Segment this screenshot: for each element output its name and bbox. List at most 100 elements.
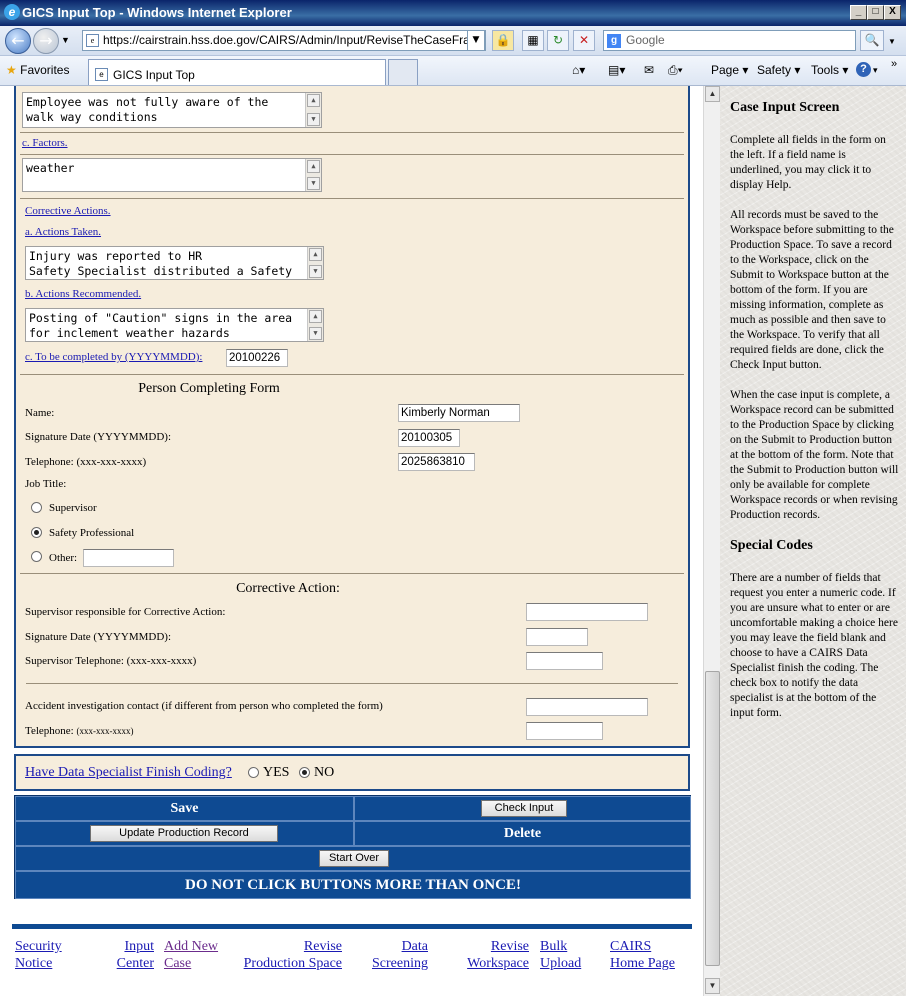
ca-supervisor-input[interactable]	[526, 603, 648, 621]
scroll-down-icon[interactable]: ▼	[705, 978, 720, 994]
textarea-scrollbar[interactable]: ▲ ▼	[305, 93, 321, 127]
textarea-scrollbar[interactable]: ▲ ▼	[307, 309, 323, 341]
new-tab-button[interactable]	[388, 59, 418, 85]
scroll-down-icon[interactable]: ▼	[307, 113, 320, 126]
phone-label: Telephone: (xxx-xxx-xxxx)	[25, 456, 147, 468]
close-window-button[interactable]: X	[884, 5, 901, 20]
job-other-input[interactable]	[83, 549, 174, 567]
home-icon[interactable]: ⌂▾	[572, 63, 585, 77]
phone-input[interactable]: 2025863810	[398, 453, 475, 471]
favorites-bar: ★ Favorites GICS Input Top e ⌂▾ ▤▾ ✉ ⎙▾ …	[0, 56, 906, 86]
scroll-thumb[interactable]	[705, 671, 720, 966]
job-safety-radio[interactable]	[31, 527, 42, 538]
ca-phone-input[interactable]	[526, 652, 603, 670]
scroll-down-icon[interactable]: ▼	[309, 265, 322, 278]
print-icon[interactable]: ⎙▾	[668, 63, 683, 78]
tools-menu[interactable]: Tools ▾	[811, 63, 848, 77]
help-icon[interactable]: ?	[856, 62, 871, 77]
chevron-right-icon[interactable]: »	[891, 58, 897, 70]
footer-link-text: Center	[116, 956, 154, 971]
page-icon: e	[86, 34, 99, 47]
help-paragraph: There are a number of fields that reques…	[730, 572, 898, 719]
start-over-button[interactable]: Start Over	[319, 850, 389, 867]
footer-link-cairs-home[interactable]: CAIRS Home Page	[610, 938, 675, 972]
data-specialist-no-radio[interactable]	[299, 767, 310, 778]
actions-taken-textarea[interactable]: Injury was reported to HR Safety Special…	[25, 246, 324, 280]
actions-recommended-textarea[interactable]: Posting of "Caution" signs in the area f…	[25, 308, 324, 342]
help-dropdown-icon[interactable]: ▾	[873, 65, 878, 76]
sigdate-input[interactable]: 20100305	[398, 429, 460, 447]
search-input[interactable]: Google	[603, 30, 856, 51]
scroll-down-icon[interactable]: ▼	[307, 177, 320, 190]
name-input[interactable]: Kimberly Norman	[398, 404, 520, 422]
data-specialist-yes-radio[interactable]	[248, 767, 259, 778]
divider	[20, 573, 684, 574]
footer-link-text: Add New	[164, 939, 219, 954]
help-paragraph: Complete all fields in the form on the l…	[730, 134, 886, 191]
feeds-icon[interactable]: ▤▾	[608, 63, 625, 77]
textarea-scrollbar[interactable]: ▲ ▼	[305, 159, 321, 191]
actions-taken-link[interactable]: a. Actions Taken.	[25, 226, 101, 238]
footer-link-revise-production[interactable]: Revise Production Space	[239, 938, 342, 972]
footer-link-add-new-case[interactable]: Add New Case	[164, 938, 218, 972]
safety-menu-label: Safety	[757, 63, 792, 77]
contact-input[interactable]	[526, 698, 648, 716]
footer-link-revise-workspace[interactable]: Revise Workspace	[462, 938, 529, 972]
history-dropdown-icon[interactable]: ▼	[61, 35, 70, 45]
scroll-up-icon[interactable]: ▲	[309, 310, 322, 323]
stop-icon[interactable]: ✕	[573, 30, 595, 51]
complete-by-link[interactable]: c. To be completed by (YYYYMMDD):	[25, 351, 202, 363]
scroll-down-icon[interactable]: ▼	[309, 327, 322, 340]
factors-b-textarea[interactable]: Employee was not fully aware of the walk…	[22, 92, 322, 128]
contact-phone-input[interactable]	[526, 722, 603, 740]
forward-button[interactable]: →	[33, 28, 59, 54]
delete-label[interactable]: Delete	[504, 826, 541, 841]
corrective-actions-link[interactable]: Corrective Actions.	[25, 205, 111, 217]
refresh-icon[interactable]: ↻	[547, 30, 569, 51]
footer-link-text: Screening	[372, 956, 428, 971]
url-dropdown-icon[interactable]: ▼	[467, 30, 485, 51]
search-options-icon[interactable]: ▼	[888, 37, 896, 46]
ca-phone-label: Supervisor Telephone: (xxx-xxx-xxxx)	[25, 655, 197, 667]
favorites-button[interactable]: ★ Favorites	[6, 63, 69, 77]
textarea-scrollbar[interactable]: ▲ ▼	[307, 247, 323, 279]
divider	[20, 374, 684, 375]
address-input[interactable]: https://cairstrain.hss.doe.gov/CAIRS/Adm…	[82, 30, 486, 51]
complete-by-input[interactable]: 20100226	[226, 349, 288, 367]
scroll-up-icon[interactable]: ▲	[705, 86, 720, 102]
check-input-button[interactable]: Check Input	[481, 800, 567, 817]
footer-link-security-notice[interactable]: Security Notice	[15, 938, 62, 972]
scroll-up-icon[interactable]: ▲	[307, 160, 320, 173]
contact-label: Accident investigation contact (if diffe…	[25, 700, 383, 712]
lock-icon[interactable]: 🔒	[492, 30, 514, 51]
star-icon: ★	[6, 63, 17, 77]
update-production-button[interactable]: Update Production Record	[90, 825, 278, 842]
factors-c-link[interactable]: c. Factors.	[22, 137, 68, 149]
search-icon[interactable]: 🔍	[860, 30, 884, 51]
corrective-action-heading: Corrective Action:	[236, 581, 340, 596]
footer-link-bulk-upload[interactable]: Bulk Upload	[540, 938, 581, 972]
maximize-button[interactable]: □	[867, 5, 884, 20]
mail-icon[interactable]: ✉	[644, 63, 654, 77]
data-specialist-link[interactable]: Have Data Specialist Finish Coding?	[25, 765, 232, 781]
footer-link-text: Input	[124, 939, 154, 954]
scroll-up-icon[interactable]: ▲	[309, 248, 322, 261]
factors-c-textarea[interactable]: weather ▲ ▼	[22, 158, 322, 192]
page-scrollbar[interactable]: ▲ ▼	[703, 86, 720, 996]
compatibility-icon[interactable]: ▦	[522, 30, 544, 51]
footer-link-input-center[interactable]: Input Center	[112, 938, 154, 972]
job-other-radio[interactable]	[31, 551, 42, 562]
job-supervisor-radio[interactable]	[31, 502, 42, 513]
scroll-up-icon[interactable]: ▲	[307, 94, 320, 107]
browser-tab[interactable]: GICS Input Top	[88, 59, 386, 85]
page-menu[interactable]: Page ▾	[711, 63, 748, 77]
save-label[interactable]: Save	[171, 801, 199, 816]
back-button[interactable]: ←	[5, 28, 31, 54]
footer-link-data-screening[interactable]: Data Screening	[370, 938, 428, 972]
safety-menu[interactable]: Safety ▾	[757, 63, 800, 77]
data-specialist-yes-label: YES	[263, 765, 290, 780]
minimize-button[interactable]: _	[850, 5, 867, 20]
actions-recommended-link[interactable]: b. Actions Recommended.	[25, 288, 141, 300]
footer-link-text: Upload	[540, 956, 582, 971]
ca-sigdate-input[interactable]	[526, 628, 588, 646]
